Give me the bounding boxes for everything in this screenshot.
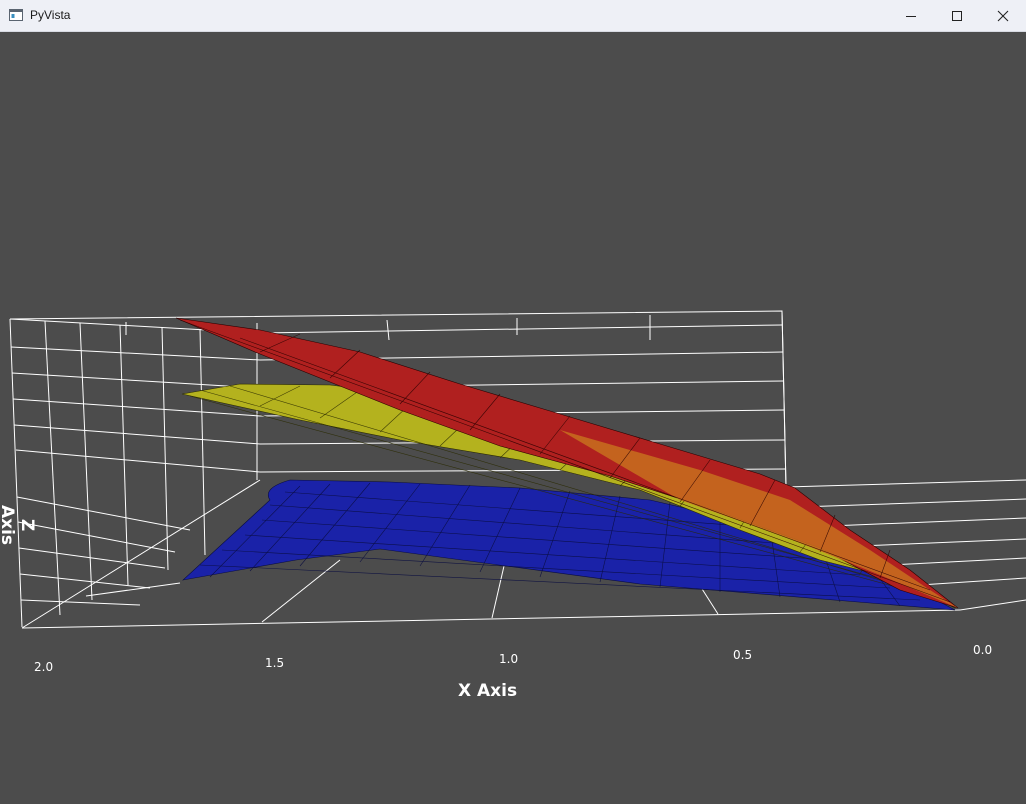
minimize-button[interactable] [888,0,934,31]
grid-left-wall [9,318,261,628]
maximize-icon [952,10,962,21]
render-viewport[interactable]: X Axis Z Axis 2.0 1.5 1.0 0.5 0.0 [0,31,1026,800]
x-tick-label: 1.0 [499,652,519,666]
x-tick-label: 2.0 [34,660,54,674]
title-bar[interactable]: PyVista [0,0,1026,32]
app-window-icon [9,9,23,21]
maximize-button[interactable] [934,0,980,31]
close-icon [997,10,1009,21]
x-tick-label: 1.5 [265,656,285,670]
pyvista-window: PyVista X Axis Z Axis 2.0 1.5 1.0 0.5 0.… [0,0,1026,800]
x-axis-label: X Axis [458,681,518,701]
x-tick-label: 0.0 [973,643,993,657]
x-tick-label: 0.5 [733,648,753,662]
z-axis-label: Z Axis [0,504,37,546]
window-title: PyVista [30,8,71,22]
close-button[interactable] [980,0,1026,31]
minimize-icon [906,15,916,17]
